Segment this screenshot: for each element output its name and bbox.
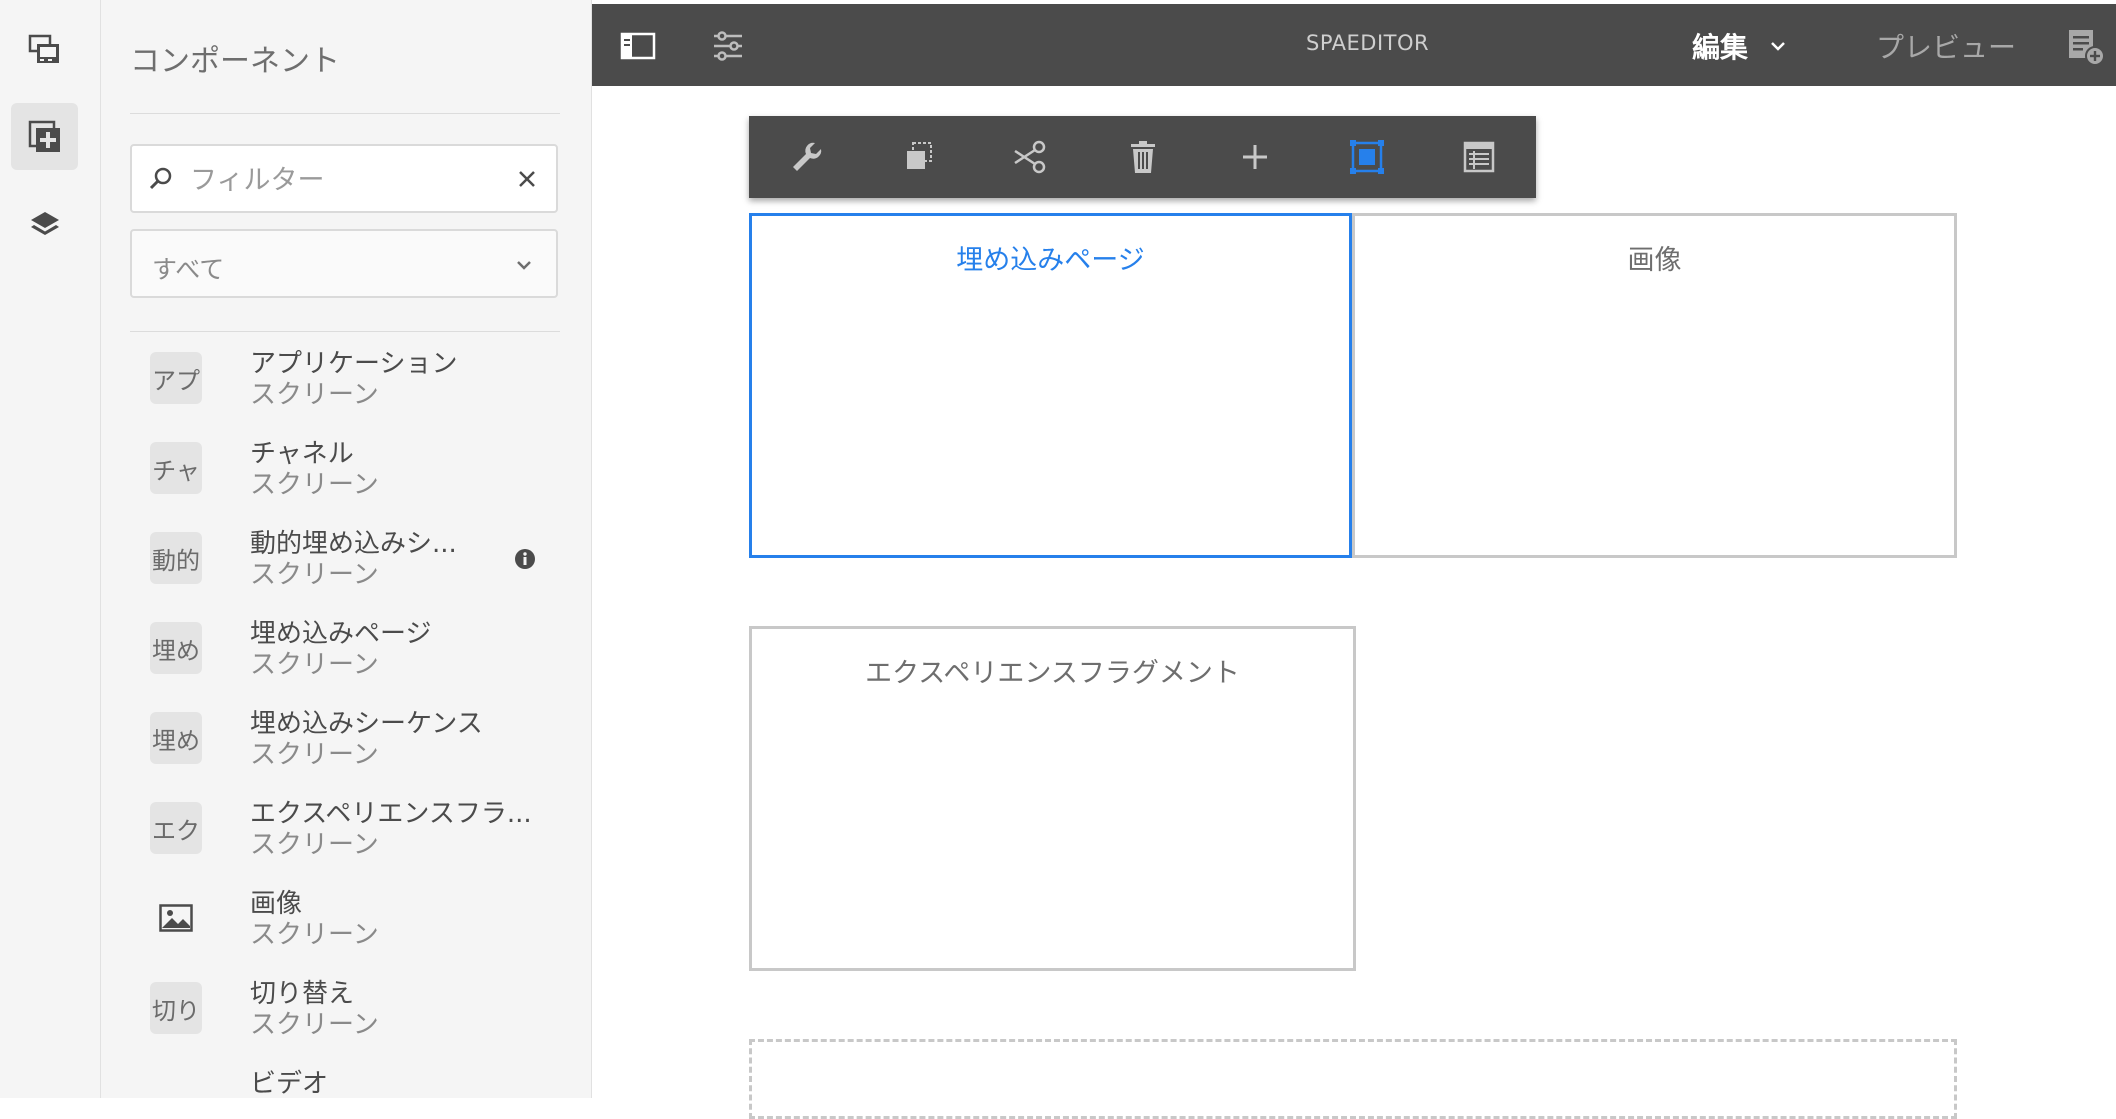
component-list-item[interactable]: 埋め 埋め込みページ スクリーン (130, 608, 560, 698)
components-panel: コンポーネント すべて アプ アプリケーション スクリーン チャ チャネル スク… (101, 0, 592, 1098)
component-group: スクリーン (250, 470, 379, 500)
panel-divider (130, 113, 560, 114)
clear-icon[interactable] (516, 168, 538, 190)
components-button[interactable] (11, 103, 78, 170)
embedded-page-component[interactable]: 埋め込みページ (749, 213, 1352, 558)
side-rail (0, 0, 101, 1098)
component-badge: 埋め (150, 622, 202, 674)
component-list-item[interactable]: 動的 動的埋め込みシ... スクリーン (130, 518, 560, 608)
panel-divider (130, 331, 560, 332)
copy-button[interactable] (899, 137, 939, 177)
component-label: 埋め込みページ (956, 245, 1145, 276)
component-group-select[interactable]: すべて (130, 229, 558, 298)
layout-button[interactable] (1459, 137, 1499, 177)
configure-button[interactable] (787, 137, 827, 177)
wrench-icon (793, 142, 822, 171)
select-parent-icon (1350, 140, 1384, 174)
page-title: SPAEDITOR (1306, 31, 1430, 55)
toggle-side-panel-icon[interactable] (618, 26, 658, 66)
component-list-item[interactable]: ビデオ (130, 1058, 560, 1098)
panel-title: コンポーネント (130, 44, 340, 79)
filter-search (130, 144, 558, 213)
component-group-value: すべて (152, 255, 225, 284)
experience-fragment-component[interactable]: エクスペリエンスフラグメント (749, 626, 1356, 971)
cut-button[interactable] (1011, 137, 1051, 177)
component-group: スクリーン (250, 650, 379, 680)
content-tree-button[interactable] (11, 192, 78, 259)
component-group: スクリーン (250, 830, 379, 860)
plus-icon (1243, 145, 1267, 169)
delete-button[interactable] (1123, 137, 1163, 177)
page-properties-icon[interactable] (708, 26, 748, 66)
component-badge (150, 1072, 202, 1098)
component-badge: 切り (150, 982, 202, 1034)
preview-button[interactable]: プレビュー (1876, 26, 2016, 66)
chevron-down-icon (517, 261, 531, 270)
component-list-item[interactable]: エク エクスペリエンスフラ... スクリーン (130, 788, 560, 878)
component-list-item[interactable]: 埋め 埋め込みシーケンス スクリーン (130, 698, 560, 788)
copy-icon (907, 142, 932, 169)
editor-topbar: SPAEDITOR 編集 プレビュー (592, 4, 2116, 86)
search-icon (149, 167, 172, 190)
component-group: スクリーン (250, 920, 379, 950)
component-list-item[interactable]: アプ アプリケーション スクリーン (130, 338, 560, 428)
component-list: アプ アプリケーション スクリーン チャ チャネル スクリーン 動的 動的埋め込… (130, 338, 560, 1098)
info-icon[interactable] (514, 548, 536, 570)
component-group: スクリーン (250, 380, 379, 410)
component-name: ビデオ (250, 1069, 329, 1098)
component-list-item[interactable]: 画像 スクリーン (130, 878, 560, 968)
components-add-icon (28, 120, 60, 152)
image-component[interactable]: 画像 (1352, 213, 1957, 558)
component-label: エクスペリエンスフラグメント (865, 658, 1240, 689)
component-group: スクリーン (250, 1010, 379, 1040)
component-label: 画像 (1627, 245, 1682, 276)
component-group: スクリーン (250, 560, 379, 590)
component-badge: 埋め (150, 712, 202, 764)
component-list-item[interactable]: チャ チャネル スクリーン (130, 428, 560, 518)
annotations-icon[interactable] (2067, 26, 2107, 66)
component-badge: 動的 (150, 532, 202, 584)
select-parent-button[interactable] (1347, 137, 1387, 177)
chevron-down-icon[interactable] (1769, 37, 1787, 55)
image-icon (159, 904, 193, 932)
scissors-icon (1014, 140, 1046, 174)
component-badge: チャ (150, 442, 202, 494)
component-toolbar (749, 116, 1536, 198)
assets-icon (28, 34, 59, 63)
filter-input[interactable] (188, 158, 492, 202)
drop-zone[interactable] (749, 1039, 1957, 1119)
component-badge: エク (150, 802, 202, 854)
component-group: スクリーン (250, 740, 379, 770)
assets-button[interactable] (11, 16, 78, 83)
component-badge (150, 892, 202, 944)
trash-icon (1131, 141, 1155, 173)
layers-icon (30, 211, 59, 235)
component-badge: アプ (150, 352, 202, 404)
insert-button[interactable] (1235, 137, 1275, 177)
component-list-item[interactable]: 切り 切り替え スクリーン (130, 968, 560, 1058)
mode-selector[interactable]: 編集 (1692, 26, 1748, 66)
layout-icon (1463, 141, 1495, 173)
